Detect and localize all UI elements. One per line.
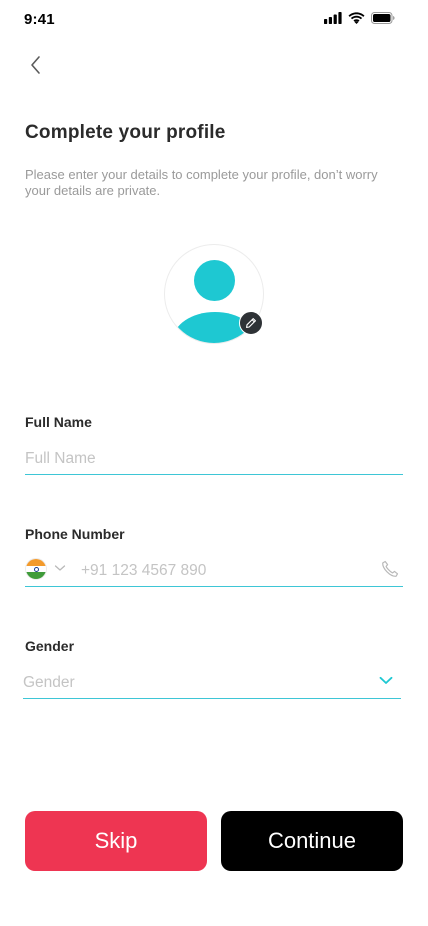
full-name-label: Full Name <box>25 414 92 430</box>
back-button[interactable] <box>24 52 48 78</box>
chevron-down-icon[interactable] <box>379 676 393 685</box>
full-name-input[interactable] <box>25 445 395 473</box>
phone-number-label: Phone Number <box>25 526 125 542</box>
gender-label: Gender <box>25 638 75 654</box>
phone-number-input[interactable] <box>81 557 371 585</box>
edit-avatar-button[interactable] <box>239 311 263 335</box>
gender-input[interactable] <box>23 669 353 697</box>
status-icons <box>324 12 395 24</box>
gender-select[interactable] <box>23 669 401 699</box>
cellular-signal-icon <box>324 12 342 24</box>
status-time: 9:41 <box>24 11 55 28</box>
skip-button[interactable]: Skip <box>25 811 207 871</box>
phone-icon <box>382 560 399 577</box>
page-subtitle: Please enter your details to complete yo… <box>25 167 378 198</box>
status-bar: 9:41 <box>0 0 428 40</box>
phone-number-field-wrapper <box>25 557 403 587</box>
wifi-icon <box>348 12 365 24</box>
complete-profile-screen: 9:41 Complete your profile Please enter … <box>0 0 428 926</box>
full-name-field-wrapper <box>25 445 403 475</box>
avatar-head <box>194 260 235 301</box>
country-code-chevron-icon[interactable] <box>54 564 66 572</box>
continue-button[interactable]: Continue <box>221 811 403 871</box>
pencil-icon <box>246 318 256 328</box>
chevron-left-icon <box>31 56 40 74</box>
profile-avatar[interactable] <box>164 244 264 344</box>
page-title: Complete your profile <box>25 122 226 143</box>
india-flag-icon[interactable] <box>25 558 47 580</box>
battery-icon <box>371 12 395 24</box>
